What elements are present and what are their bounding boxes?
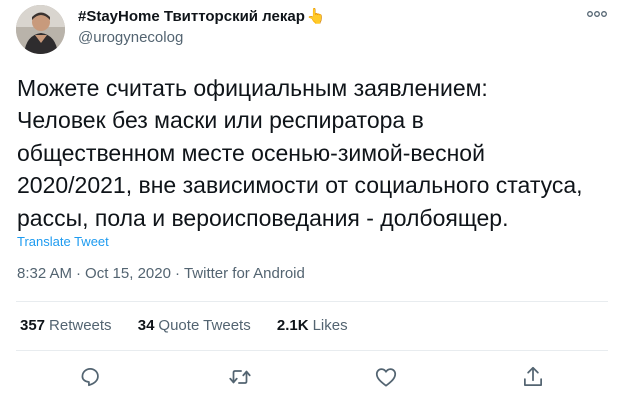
meta-separator: · [174,265,180,282]
pointing-up-emoji: 👆 [306,8,326,25]
retweets-count: 357 [20,317,46,334]
share-button[interactable] [520,364,546,390]
tweet-line: рассы, пола и вероисповедания - долбояще… [17,204,509,231]
display-name-text: #StayHome Твитторский лекар [78,8,305,25]
quote-tweets-stat[interactable]: 34 Quote Tweets [138,317,251,334]
translate-tweet-link[interactable]: Translate Tweet [17,234,109,249]
tweet-client[interactable]: Twitter for Android [184,265,305,282]
tweet-line: Можете считать официальным заявлением: [17,75,488,101]
quote-tweets-count: 34 [137,317,155,334]
divider [16,350,608,351]
likes-count: 2.1K [276,317,309,334]
tweet-text: Можете считать официальным заявлением: Ч… [17,72,609,234]
more-options-button[interactable] [586,6,608,22]
likes-label: Likes [312,317,348,334]
tweet-line: 2020/2021, вне зависимости от социальног… [17,172,583,199]
retweet-icon [229,370,251,384]
reply-icon [81,368,99,387]
retweets-stat[interactable]: 357 Retweets [20,317,112,334]
like-button[interactable] [373,364,399,390]
avatar[interactable] [16,5,65,54]
user-handle[interactable]: @urogynecolog [78,29,183,46]
share-icon [524,366,542,386]
divider [16,301,608,302]
display-name[interactable]: #StayHome Твитторский лекар 👆 [78,7,326,25]
heart-icon [375,368,397,387]
likes-stat[interactable]: 2.1K Likes [277,317,348,334]
retweet-button[interactable] [227,364,253,390]
tweet-line: общественном месте осенью-зимой-весной [17,139,485,166]
retweets-label: Retweets [49,317,112,334]
tweet-meta: 8:32 AM · Oct 15, 2020 · Twitter for Android [17,265,305,282]
action-bar [0,364,620,394]
more-icon [587,11,607,17]
tweet-date[interactable]: Oct 15, 2020 [85,265,171,282]
quote-tweets-label: Quote Tweets [158,317,251,334]
tweet-time[interactable]: 8:32 AM [17,265,72,282]
meta-separator: · [76,265,82,282]
reply-button[interactable] [77,364,103,390]
tweet-line: Человек без маски или респиратора в [17,107,424,134]
tweet-stats: 357 Retweets 34 Quote Tweets 2.1K Likes [20,317,370,334]
avatar-image [16,5,65,54]
